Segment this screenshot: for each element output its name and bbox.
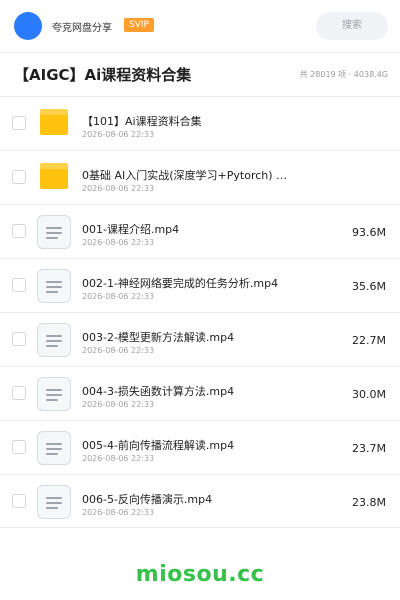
top-bar: 夸克网盘分享 SVIP 搜索: [0, 0, 400, 52]
item-date: 2026-08-06 22:33: [82, 400, 155, 409]
row-checkbox[interactable]: [12, 170, 26, 184]
folder-icon: [40, 163, 68, 189]
video-file-icon: [37, 215, 71, 249]
item-date: 2026-08-06 22:33: [82, 292, 155, 301]
search-input[interactable]: 搜索: [316, 12, 388, 40]
row-checkbox[interactable]: [12, 440, 26, 454]
row-checkbox[interactable]: [12, 224, 26, 238]
item-name: 0基础 AI入门实战(深度学习+Pytorch) …: [82, 169, 288, 182]
video-file-icon: [37, 269, 71, 303]
item-size: 23.7M: [352, 442, 386, 455]
list-item[interactable]: 001-课程介绍.mp4 2026-08-06 22:33 93.6M: [0, 204, 400, 258]
item-date: 2026-08-06 22:33: [82, 184, 155, 193]
row-checkbox[interactable]: [12, 386, 26, 400]
list-item[interactable]: 006-5-反向传播演示.mp4 2026-08-06 22:33 23.8M: [0, 474, 400, 528]
page-title: 【AIGC】Ai课程资料合集: [14, 66, 192, 84]
item-date: 2026-08-06 22:33: [82, 508, 155, 517]
list-item[interactable]: 004-3-损失函数计算方法.mp4 2026-08-06 22:33 30.0…: [0, 366, 400, 420]
video-file-icon: [37, 431, 71, 465]
file-list: 【101】Ai课程资料合集 2026-08-06 22:33 0基础 AI入门实…: [0, 96, 400, 528]
list-item[interactable]: 002-1-神经网络要完成的任务分析.mp4 2026-08-06 22:33 …: [0, 258, 400, 312]
folder-icon: [40, 109, 68, 135]
item-name: 002-1-神经网络要完成的任务分析.mp4: [82, 277, 279, 290]
avatar[interactable]: [14, 12, 42, 40]
item-size: 30.0M: [352, 388, 386, 401]
row-checkbox[interactable]: [12, 332, 26, 346]
list-item[interactable]: 005-4-前向传播流程解读.mp4 2026-08-06 22:33 23.7…: [0, 420, 400, 474]
item-name: 001-课程介绍.mp4: [82, 223, 180, 236]
item-size: 23.8M: [352, 496, 386, 509]
item-date: 2026-08-06 22:33: [82, 346, 155, 355]
item-name: 003-2-模型更新方法解读.mp4: [82, 331, 235, 344]
watermark-logo: miosou.cc: [135, 562, 265, 587]
share-title: 夸克网盘分享: [52, 23, 112, 34]
video-file-icon: [37, 323, 71, 357]
item-name: 005-4-前向传播流程解读.mp4: [82, 439, 235, 452]
item-size: 93.6M: [352, 226, 386, 239]
item-size: 35.6M: [352, 280, 386, 293]
list-item[interactable]: 003-2-模型更新方法解读.mp4 2026-08-06 22:33 22.7…: [0, 312, 400, 366]
row-checkbox[interactable]: [12, 278, 26, 292]
svip-badge: SVIP: [124, 18, 154, 32]
item-name: 【101】Ai课程资料合集: [82, 115, 202, 128]
row-checkbox[interactable]: [12, 116, 26, 130]
row-checkbox[interactable]: [12, 494, 26, 508]
item-name: 004-3-损失函数计算方法.mp4: [82, 385, 235, 398]
item-date: 2026-08-06 22:33: [82, 454, 155, 463]
video-file-icon: [37, 485, 71, 519]
folder-stats: 共 28019 项 · 4038.4G: [299, 70, 388, 79]
list-item[interactable]: 【101】Ai课程资料合集 2026-08-06 22:33: [0, 96, 400, 150]
list-item[interactable]: 0基础 AI入门实战(深度学习+Pytorch) … 2026-08-06 22…: [0, 150, 400, 204]
video-file-icon: [37, 377, 71, 411]
item-name: 006-5-反向传播演示.mp4: [82, 493, 213, 506]
item-size: 22.7M: [352, 334, 386, 347]
item-date: 2026-08-06 22:33: [82, 130, 155, 139]
header-divider: [0, 52, 400, 53]
item-date: 2026-08-06 22:33: [82, 238, 155, 247]
